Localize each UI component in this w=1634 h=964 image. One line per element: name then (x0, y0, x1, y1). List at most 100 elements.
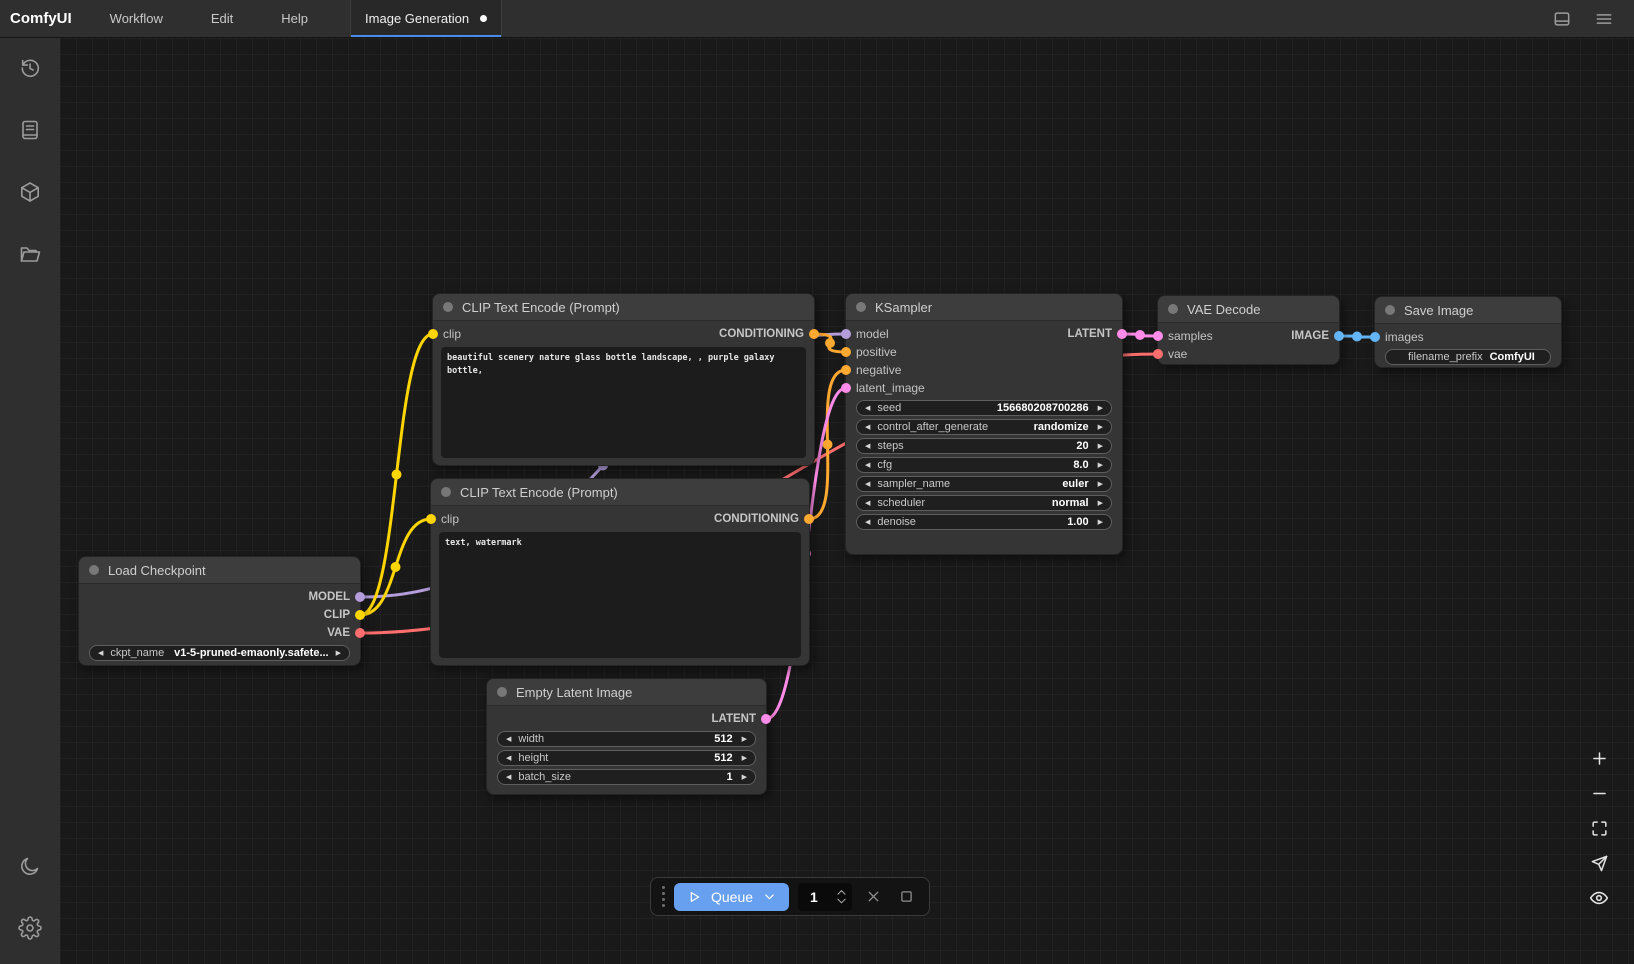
widget-width[interactable]: ◀ width 512 ▶ (497, 731, 756, 747)
input-port-vae[interactable] (1153, 349, 1163, 359)
step-right-icon[interactable]: ▶ (1098, 500, 1103, 507)
node-ksampler[interactable]: KSampler model LATENT positive negative … (845, 293, 1123, 555)
main-menu-button[interactable] (1590, 5, 1618, 33)
step-right-icon[interactable]: ▶ (1098, 405, 1103, 412)
output-port-clip[interactable] (355, 610, 365, 620)
toggle-links-button[interactable] (1587, 886, 1611, 910)
node-empty-latent-image[interactable]: Empty Latent Image LATENT ◀ width 512 ▶ … (486, 678, 767, 795)
node-clip-text-encode-positive[interactable]: CLIP Text Encode (Prompt) clip CONDITION… (432, 293, 815, 466)
step-left-icon[interactable]: ◀ (865, 462, 870, 469)
settings-button[interactable] (10, 908, 50, 948)
input-port-model[interactable] (841, 329, 851, 339)
input-port-negative[interactable] (841, 365, 851, 375)
theme-toggle-button[interactable] (10, 846, 50, 886)
widget-control-after-generate[interactable]: ◀ control_after_generate randomize ▶ (856, 419, 1112, 435)
sidebar-node-library-button[interactable] (10, 110, 50, 150)
node-header[interactable]: Empty Latent Image (487, 679, 766, 706)
step-left-icon[interactable]: ◀ (865, 500, 870, 507)
menu-help[interactable]: Help (257, 0, 332, 37)
node-header[interactable]: KSampler (846, 294, 1122, 321)
collapse-dot[interactable] (1385, 305, 1395, 315)
queue-panel-button[interactable] (894, 885, 918, 909)
step-left-icon[interactable]: ◀ (865, 443, 870, 450)
node-save-image[interactable]: Save Image images filename_prefix ComfyU… (1374, 296, 1562, 368)
input-port-latent-image[interactable] (841, 383, 851, 393)
widget-denoise[interactable]: ◀ denoise 1.00 ▶ (856, 514, 1112, 530)
node-canvas[interactable]: Load Checkpoint MODEL CLIP VAE ◀ ckpt_na… (60, 38, 1634, 964)
node-header[interactable]: Load Checkpoint (79, 557, 360, 584)
widget-sampler-name[interactable]: ◀ sampler_name euler ▶ (856, 476, 1112, 492)
step-right-icon[interactable]: ▶ (1098, 481, 1103, 488)
step-left-icon[interactable]: ◀ (506, 736, 511, 743)
widget-height[interactable]: ◀ height 512 ▶ (497, 750, 756, 766)
output-port-model[interactable] (355, 592, 365, 602)
input-port-clip[interactable] (428, 329, 438, 339)
step-right-icon[interactable]: ▶ (1098, 424, 1103, 431)
output-port-vae[interactable] (355, 628, 365, 638)
batch-count-input[interactable]: 1 (798, 883, 852, 911)
output-port-latent[interactable] (1117, 329, 1127, 339)
sidebar-queue-history-button[interactable] (10, 48, 50, 88)
step-right-icon[interactable]: ▶ (742, 736, 747, 743)
step-left-icon[interactable]: ◀ (865, 405, 870, 412)
menu-edit[interactable]: Edit (187, 0, 257, 37)
sidebar-model-library-button[interactable] (10, 172, 50, 212)
bottom-panel-toggle-button[interactable] (1548, 5, 1576, 33)
widget-scheduler[interactable]: ◀ scheduler normal ▶ (856, 495, 1112, 511)
node-vae-decode[interactable]: VAE Decode samples IMAGE vae (1157, 295, 1340, 365)
widget-batch-size[interactable]: ◀ batch_size 1 ▶ (497, 769, 756, 785)
node-header[interactable]: CLIP Text Encode (Prompt) (433, 294, 814, 321)
step-left-icon[interactable]: ◀ (506, 774, 511, 781)
zoom-in-button[interactable] (1587, 746, 1611, 770)
widget-filename-prefix[interactable]: filename_prefix ComfyUI (1385, 349, 1551, 365)
step-right-icon[interactable]: ▶ (1098, 519, 1103, 526)
sidebar-workflows-button[interactable] (10, 234, 50, 274)
collapse-dot[interactable] (441, 487, 451, 497)
input-port-samples[interactable] (1153, 331, 1163, 341)
step-right-icon[interactable]: ▶ (1098, 462, 1103, 469)
node-header[interactable]: CLIP Text Encode (Prompt) (431, 479, 809, 506)
node-header[interactable]: VAE Decode (1158, 296, 1339, 323)
step-right-icon[interactable]: ▶ (336, 650, 341, 657)
workflow-tab-image-generation[interactable]: Image Generation (350, 0, 502, 37)
step-right-icon[interactable]: ▶ (1098, 443, 1103, 450)
collapse-dot[interactable] (1168, 304, 1178, 314)
batch-count-spinner[interactable] (836, 888, 847, 905)
prompt-textarea[interactable]: text, watermark (439, 532, 801, 658)
step-right-icon[interactable]: ▶ (742, 774, 747, 781)
fit-view-button[interactable] (1587, 816, 1611, 840)
output-port-conditioning[interactable] (809, 329, 819, 339)
widget-steps[interactable]: ◀ steps 20 ▶ (856, 438, 1112, 454)
chevron-up-icon[interactable] (836, 888, 847, 896)
collapse-dot[interactable] (497, 687, 507, 697)
zoom-out-button[interactable] (1587, 781, 1611, 805)
chevron-down-icon[interactable] (836, 897, 847, 905)
widget-ckpt-name[interactable]: ◀ ckpt_name v1-5-pruned-emaonly.safete..… (89, 645, 350, 661)
step-left-icon[interactable]: ◀ (865, 424, 870, 431)
node-load-checkpoint[interactable]: Load Checkpoint MODEL CLIP VAE ◀ ckpt_na… (78, 556, 361, 666)
widget-seed[interactable]: ◀ seed 156680208700286 ▶ (856, 400, 1112, 416)
output-port-image[interactable] (1334, 331, 1344, 341)
input-port-images[interactable] (1370, 332, 1380, 342)
prompt-textarea[interactable]: beautiful scenery nature glass bottle la… (441, 347, 806, 458)
collapse-dot[interactable] (856, 302, 866, 312)
app-logo[interactable]: ComfyUI (0, 0, 86, 37)
input-port-clip[interactable] (426, 514, 436, 524)
step-left-icon[interactable]: ◀ (506, 755, 511, 762)
node-header[interactable]: Save Image (1375, 297, 1561, 324)
chevron-down-icon[interactable] (762, 889, 777, 904)
clear-queue-button[interactable] (861, 885, 885, 909)
collapse-dot[interactable] (443, 302, 453, 312)
output-port-conditioning[interactable] (804, 514, 814, 524)
step-left-icon[interactable]: ◀ (865, 481, 870, 488)
queue-button[interactable]: Queue (674, 883, 789, 911)
select-mode-button[interactable] (1587, 851, 1611, 875)
step-left-icon[interactable]: ◀ (98, 650, 103, 657)
output-port-latent[interactable] (761, 714, 771, 724)
input-port-positive[interactable] (841, 347, 851, 357)
menu-workflow[interactable]: Workflow (86, 0, 187, 37)
collapse-dot[interactable] (89, 565, 99, 575)
step-left-icon[interactable]: ◀ (865, 519, 870, 526)
drag-handle[interactable] (662, 886, 665, 907)
node-clip-text-encode-negative[interactable]: CLIP Text Encode (Prompt) clip CONDITION… (430, 478, 810, 666)
